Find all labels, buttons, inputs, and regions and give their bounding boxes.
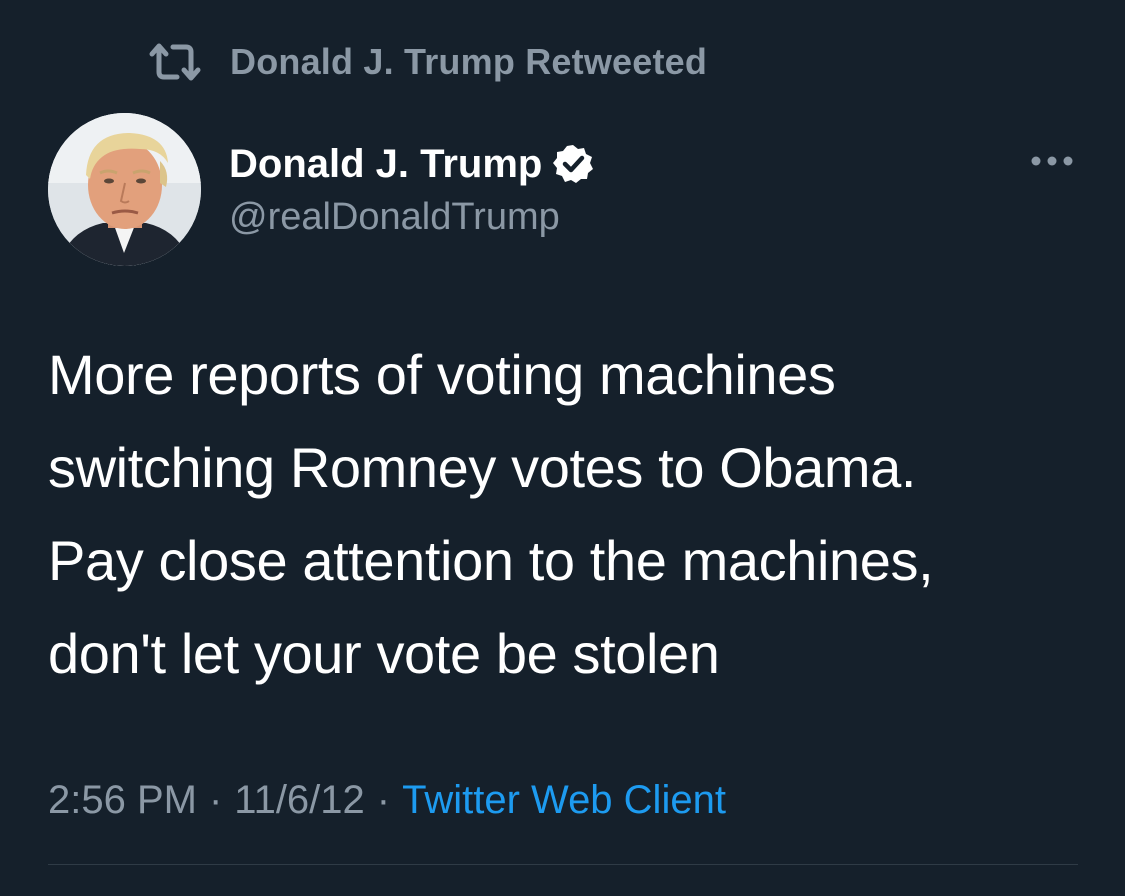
meta-separator: · [376, 777, 391, 822]
tweet-text-line: Pay close attention to the machines, [48, 529, 934, 592]
avatar[interactable] [48, 113, 201, 266]
divider [48, 864, 1078, 865]
tweet-time[interactable]: 2:56 PM [48, 778, 197, 823]
tweet-text-line: switching Romney votes to Obama. [48, 436, 917, 499]
tweet-metadata: 2:56 PM · 11/6/12 · Twitter Web Client [48, 772, 726, 828]
author-name-row[interactable]: Donald J. Trump [229, 138, 594, 190]
tweet-text-line: More reports of voting machines [48, 343, 836, 406]
tweet-card[interactable]: Donald J. Trump Retweeted Donald J. Trum… [0, 0, 1125, 896]
meta-separator: · [208, 777, 223, 822]
retweet-indicator: Donald J. Trump Retweeted [146, 38, 707, 86]
author-handle[interactable]: @realDonaldTrump [229, 196, 560, 239]
tweet-text-line: don't let your vote be stolen [48, 622, 720, 685]
retweet-label[interactable]: Donald J. Trump Retweeted [230, 41, 707, 83]
tweet-source-link[interactable]: Twitter Web Client [402, 778, 726, 823]
more-options-icon[interactable] [1029, 150, 1075, 172]
author-display-name[interactable]: Donald J. Trump [229, 142, 542, 187]
tweet-date[interactable]: 11/6/12 [234, 778, 365, 823]
tweet-text: More reports of voting machines switchin… [48, 328, 1088, 700]
retweet-icon [146, 40, 204, 84]
verified-badge-icon [552, 143, 594, 185]
